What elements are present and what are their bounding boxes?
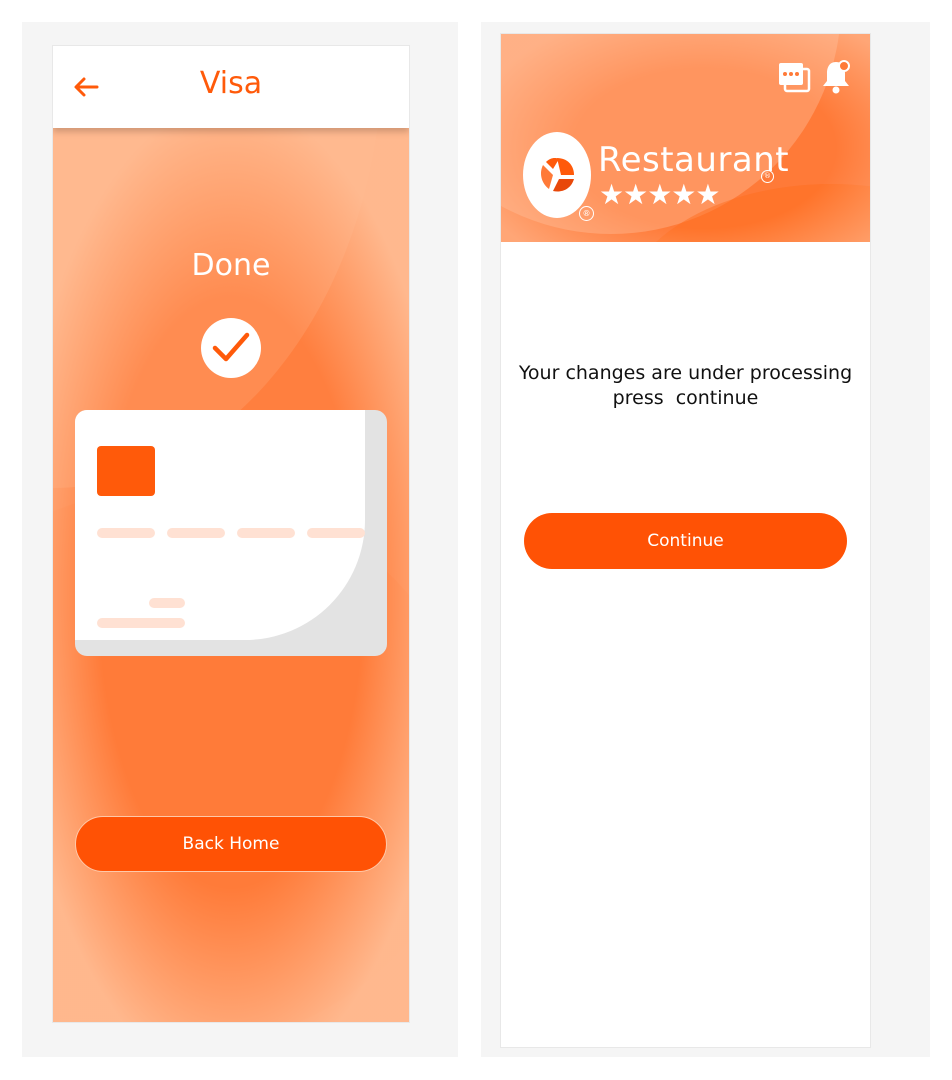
card-front [75, 410, 365, 640]
card-number-bar [97, 528, 155, 538]
back-home-button[interactable]: Back Home [75, 816, 387, 872]
rating-stars: ★★★★★ [599, 178, 721, 211]
done-content: Done Back Home [53, 128, 409, 1022]
card-number-bar [237, 528, 295, 538]
credit-card-illustration [75, 410, 387, 656]
calendar-icon[interactable] [777, 60, 811, 94]
status-text: Done [191, 248, 271, 283]
card-number-bar [307, 528, 365, 538]
continue-button[interactable]: Continue [524, 513, 847, 569]
continue-instruction: press continue [612, 387, 759, 409]
page-title: Visa [199, 66, 263, 101]
processing-screen: ® Restaurant ® ★★★★★ Your changes are un… [500, 33, 871, 1048]
checkmark-icon [201, 318, 261, 378]
card-expiry-bar [149, 598, 185, 608]
card-number-bar [167, 528, 225, 538]
card-holder-bar [97, 618, 185, 628]
bell-icon[interactable] [821, 58, 851, 94]
registered-mark-icon: ® [579, 206, 594, 221]
processing-message: Your changes are under processing [518, 362, 853, 384]
app-header: Visa [53, 46, 409, 128]
card-chip [97, 446, 155, 496]
restaurant-header: ® Restaurant ® ★★★★★ [501, 34, 870, 242]
visa-done-screen: Visa Done Back Home [53, 46, 409, 1022]
restaurant-logo-icon [523, 132, 591, 218]
registered-mark-icon: ® [761, 170, 774, 183]
